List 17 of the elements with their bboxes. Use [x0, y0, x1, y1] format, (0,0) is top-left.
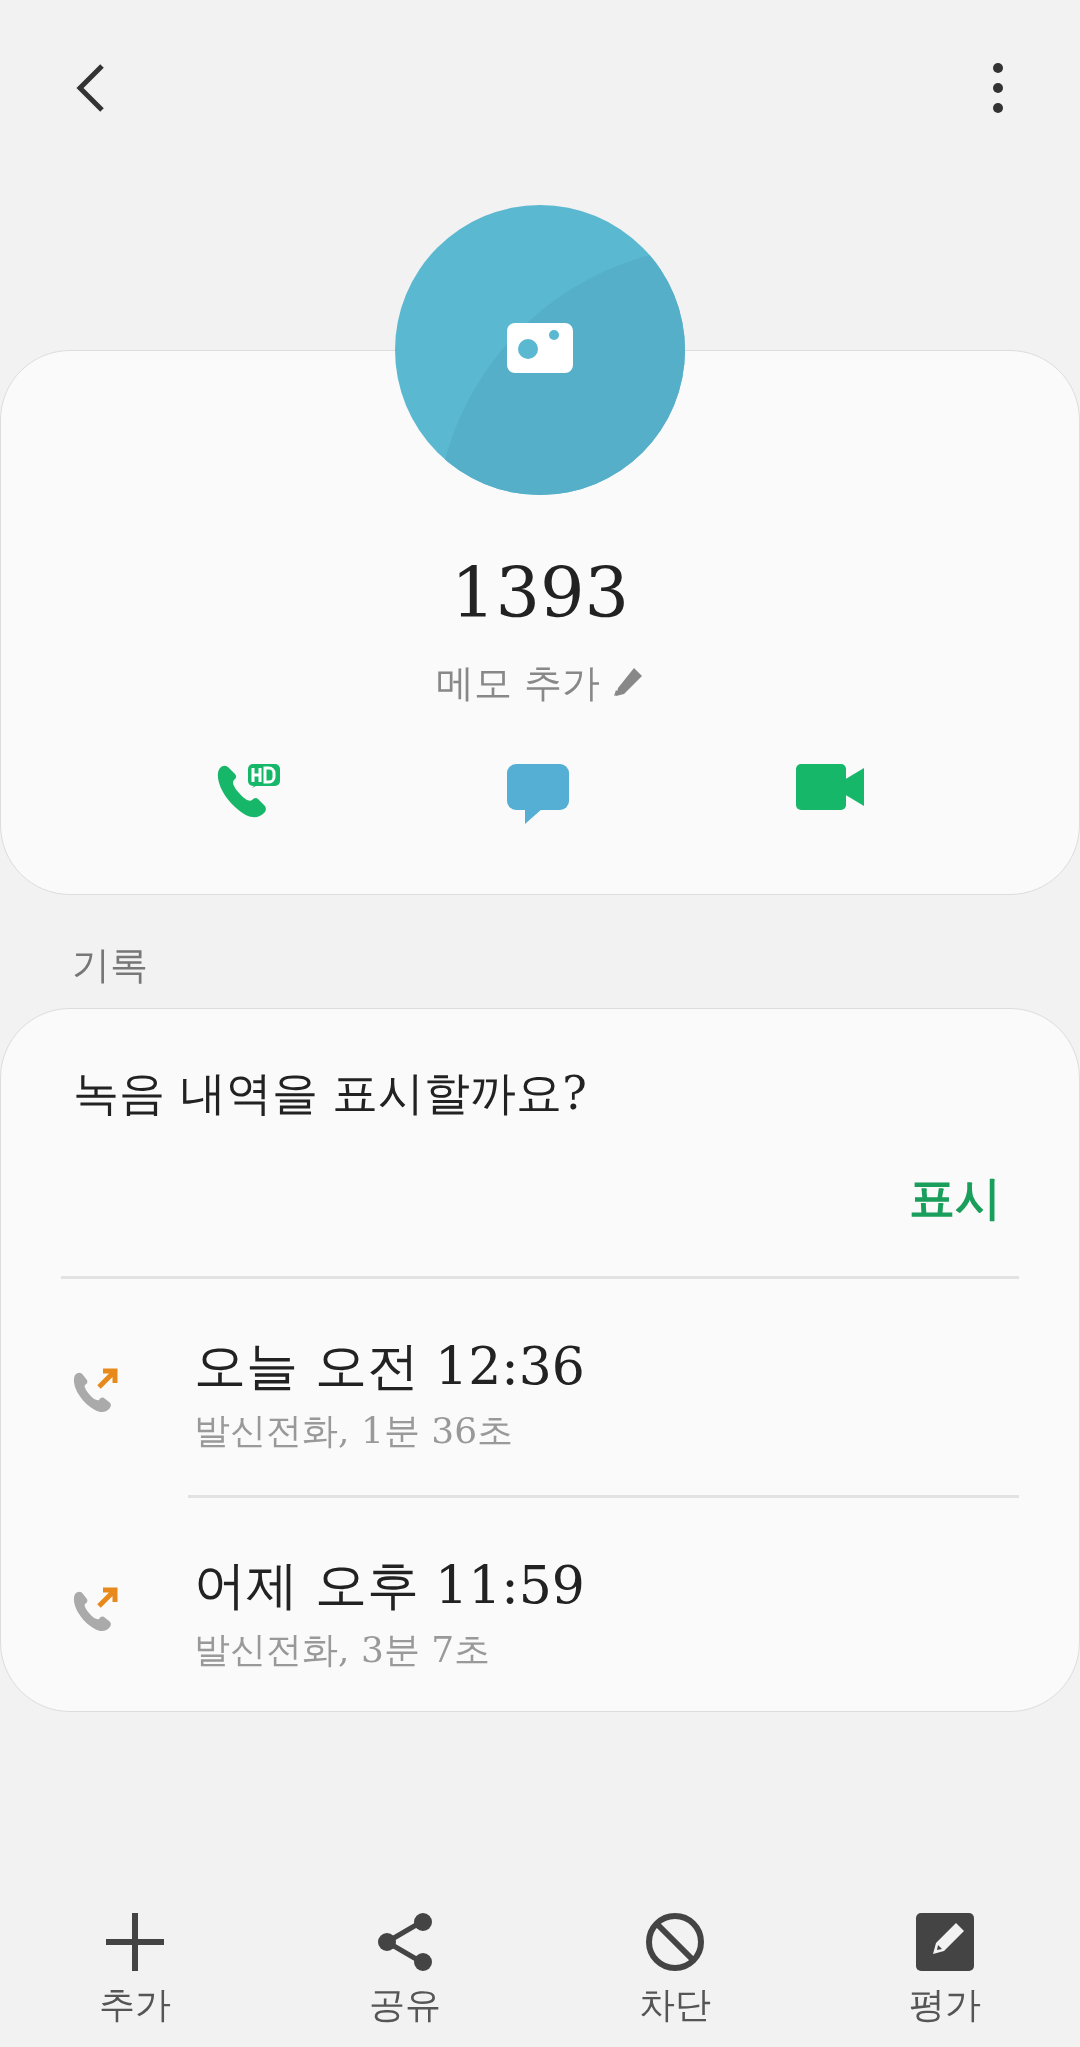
more-icon	[993, 63, 1003, 113]
recording-prompt: 녹음 내역을 표시할까요?	[72, 1065, 588, 1121]
nav-button[interactable]: 평가	[810, 1911, 1080, 2027]
section-label: 기록	[72, 942, 149, 988]
nav-button[interactable]: 추가	[0, 1911, 270, 2027]
add-icon	[104, 1911, 166, 1973]
call-detail: 발신전화, 3분 7초	[194, 1628, 492, 1672]
add-memo-button[interactable]: 메모 추가	[435, 660, 645, 706]
block-icon	[645, 1912, 705, 1972]
call-time: 오늘 오전 12:36	[194, 1335, 585, 1397]
phone-number: 1393	[450, 551, 630, 635]
edit-icon	[916, 1913, 974, 1971]
nav-button[interactable]: 공유	[270, 1911, 540, 2027]
nav-button[interactable]: 차단	[540, 1911, 810, 2027]
call-time: 어제 오후 11:59	[194, 1554, 585, 1616]
call-detail: 발신전화, 1분 36초	[194, 1409, 515, 1453]
share-icon	[377, 1912, 433, 1972]
